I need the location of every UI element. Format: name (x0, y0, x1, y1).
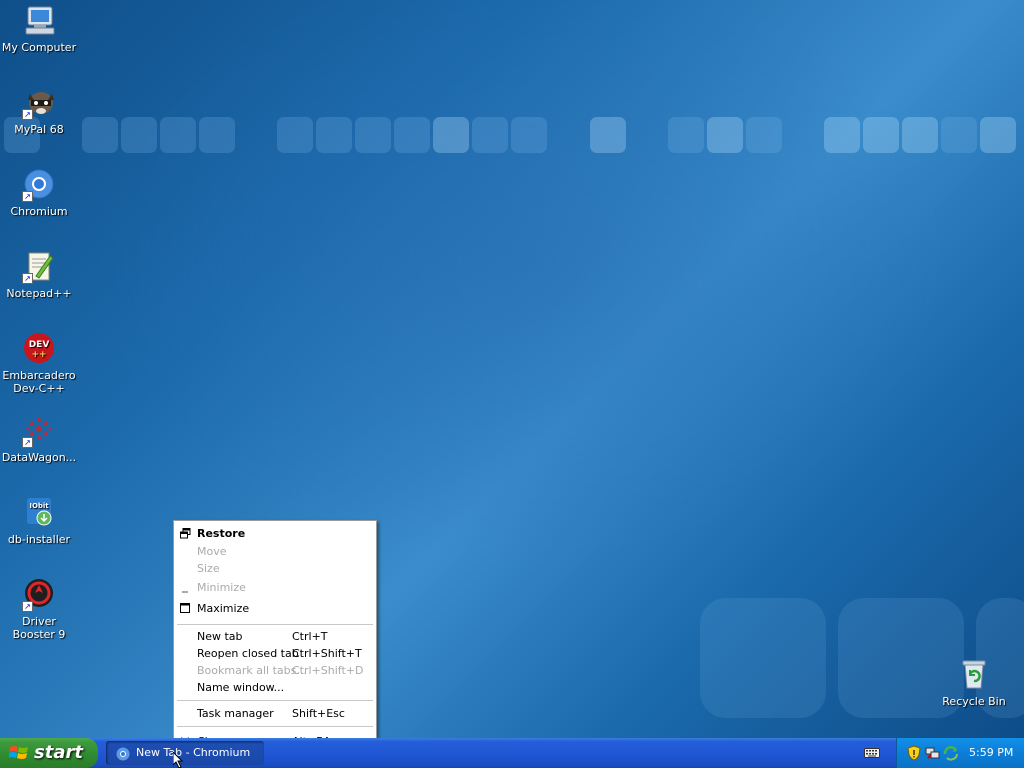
taskbar-button-chromium[interactable]: New Tab - Chromium (106, 741, 264, 765)
chromium-icon: ↗ (22, 168, 56, 202)
taskbar-button-label: New Tab - Chromium (136, 746, 251, 759)
shortcut-arrow-icon: ↗ (22, 191, 33, 202)
security-shield-icon[interactable] (907, 745, 921, 764)
chromium-icon (116, 746, 130, 761)
menu-item-restore[interactable]: Restore (174, 525, 376, 542)
shortcut-arrow-icon: ↗ (22, 437, 33, 448)
iobit-installer-icon: IObit (22, 496, 56, 530)
desktop-icon-my-computer[interactable]: My Computer (0, 4, 78, 54)
keyboard-icon[interactable] (864, 746, 880, 760)
shortcut-arrow-icon: ↗ (22, 601, 33, 612)
update-icon[interactable] (943, 745, 959, 764)
desktop-icon-db-installer[interactable]: IObit db-installer (0, 496, 78, 546)
desktop-icon-chromium[interactable]: ↗ Chromium (0, 168, 78, 218)
shortcut-arrow-icon: ↗ (22, 273, 33, 284)
desktop-icon-recycle-bin[interactable]: Recycle Bin (935, 658, 1013, 708)
desktop-icon-label: My Computer (1, 41, 77, 54)
maximize-icon (179, 600, 191, 617)
desktop-icon-label: db-installer (7, 533, 71, 546)
menu-separator (177, 700, 373, 701)
minimize-icon (179, 579, 191, 596)
desktop-icon-notepad-plus-plus[interactable]: ↗ Notepad++ (0, 250, 78, 300)
menu-item-task-manager[interactable]: Task manager Shift+Esc (174, 705, 376, 722)
mouse-cursor-icon (172, 750, 185, 768)
menu-item-size[interactable]: Size (174, 560, 376, 577)
desktop-icon-driver-booster[interactable]: ↗ Driver Booster 9 (0, 578, 78, 641)
taskbar: start New Tab - Chromium 5:59 PM (0, 738, 1024, 768)
dev-cpp-icon: DEV ++ (22, 332, 56, 366)
menu-item-name-window[interactable]: Name window... (174, 679, 376, 696)
computer-icon (22, 4, 56, 38)
windows-logo-icon (8, 744, 29, 762)
svg-text:IObit: IObit (29, 502, 49, 510)
mypal-raccoon-icon: ↗ (22, 86, 56, 120)
window-context-menu: Restore Move Size Minimize Maximize New … (173, 520, 377, 756)
start-button[interactable]: start (0, 738, 98, 768)
system-tray: 5:59 PM (896, 738, 1024, 768)
desktop-icon-label: Chromium (10, 205, 68, 218)
menu-separator (177, 624, 373, 625)
desktop-icon-label: DataWagon... (1, 451, 77, 464)
network-icon[interactable] (925, 745, 941, 764)
shortcut-arrow-icon: ↗ (22, 109, 33, 120)
desktop-icon-label: Recycle Bin (942, 695, 1006, 708)
menu-item-move[interactable]: Move (174, 543, 376, 560)
menu-item-reopen-closed-tab[interactable]: Reopen closed tab Ctrl+Shift+T (174, 645, 376, 662)
menu-separator (177, 726, 373, 727)
desktop-icon-mypal[interactable]: ↗ MyPal 68 (0, 86, 78, 136)
desktop-icon-label: Embarcadero Dev-C++ (2, 369, 76, 395)
menu-item-bookmark-all-tabs[interactable]: Bookmark all tabs... Ctrl+Shift+D (174, 662, 376, 679)
menu-item-minimize[interactable]: Minimize (174, 579, 376, 596)
desktop-icon-dev-cpp[interactable]: DEV ++ Embarcadero Dev-C++ (0, 332, 78, 395)
desktop-icon-label: Driver Booster 9 (12, 615, 66, 641)
desktop-icon-label: Notepad++ (6, 287, 72, 300)
desktop-icon-datawagon[interactable]: ↗ DataWagon... (0, 414, 78, 464)
driver-booster-icon: ↗ (22, 578, 56, 612)
menu-item-maximize[interactable]: Maximize (174, 600, 376, 617)
datawagon-icon: ↗ (22, 414, 56, 448)
menu-item-new-tab[interactable]: New tab Ctrl+T (174, 628, 376, 645)
recycle-bin-icon (957, 658, 991, 692)
notepad-plus-plus-icon: ↗ (22, 250, 56, 284)
clock[interactable]: 5:59 PM (969, 738, 1013, 768)
desktop-icon-label: MyPal 68 (14, 123, 64, 136)
svg-text:++: ++ (31, 350, 46, 360)
start-label: start (34, 742, 83, 763)
svg-text:DEV: DEV (29, 340, 50, 350)
restore-icon (179, 525, 191, 542)
